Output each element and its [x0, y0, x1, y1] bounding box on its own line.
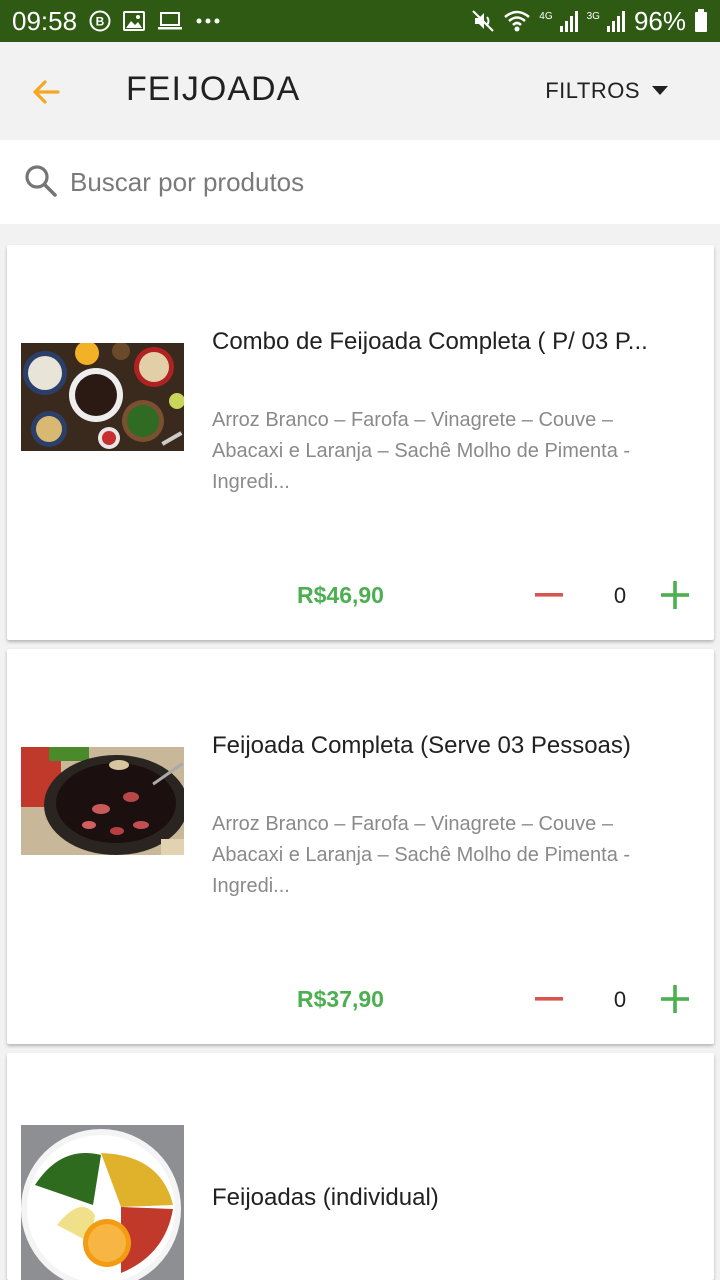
search-input[interactable]: [70, 162, 670, 202]
increase-quantity-button[interactable]: [659, 579, 691, 611]
more-icon: [195, 17, 221, 25]
plus-icon: [661, 985, 689, 1013]
page-title: FEIJOADA: [126, 70, 301, 108]
arrow-back-icon: [33, 80, 60, 104]
decrease-quantity-button[interactable]: [534, 580, 564, 610]
back-button[interactable]: [30, 76, 62, 108]
decrease-quantity-button[interactable]: [534, 984, 564, 1014]
svg-text:B: B: [96, 15, 105, 29]
plus-icon: [661, 581, 689, 609]
product-image: [21, 343, 184, 451]
increase-quantity-button[interactable]: [659, 983, 691, 1015]
product-image: [21, 747, 184, 855]
product-image: [21, 1125, 184, 1280]
filters-label: FILTROS: [545, 78, 640, 103]
quantity-value: 0: [613, 987, 627, 1012]
status-bar: 09:58 B 4G 3G 96%: [0, 0, 720, 42]
product-description: Arroz Branco – Farofa – Vinagrete – Couv…: [212, 813, 631, 897]
minus-icon: [535, 593, 563, 597]
signal-icon: [559, 10, 579, 32]
wifi-icon: [503, 9, 531, 33]
image-icon: [123, 11, 146, 31]
app-bar: FEIJOADA FILTROS: [0, 42, 720, 140]
filters-dropdown[interactable]: FILTROS: [545, 78, 668, 104]
product-card[interactable]: Feijoada Completa (Serve 03 Pessoas) Arr…: [7, 649, 714, 1044]
search-bar: [0, 140, 720, 224]
signal-icon: [606, 10, 626, 32]
caret-down-icon: [652, 86, 668, 95]
product-name: Combo de Feijoada Completa ( P/ 03 P...: [212, 328, 648, 355]
quantity-value: 0: [613, 583, 627, 608]
search-icon: [24, 164, 58, 203]
product-price: R$46,90: [297, 582, 384, 608]
status-time: 09:58: [12, 5, 78, 36]
laptop-icon: [157, 11, 183, 31]
mute-icon: [471, 9, 495, 33]
product-name: Feijoada Completa (Serve 03 Pessoas): [212, 732, 631, 759]
battery-icon: [694, 9, 708, 33]
minus-icon: [535, 997, 563, 1001]
product-price: R$37,90: [297, 986, 384, 1012]
product-name: Feijoadas (individual): [212, 1184, 439, 1211]
product-card[interactable]: Feijoadas (individual): [7, 1053, 714, 1280]
battery-percent: 96%: [633, 5, 686, 36]
b-circle-icon: B: [89, 10, 111, 32]
network-3g-label: 3G: [586, 10, 600, 22]
product-card[interactable]: Combo de Feijoada Completa ( P/ 03 P... …: [7, 245, 714, 640]
network-4g-label: 4G: [539, 10, 553, 22]
product-description: Arroz Branco – Farofa – Vinagrete – Couv…: [212, 409, 631, 493]
